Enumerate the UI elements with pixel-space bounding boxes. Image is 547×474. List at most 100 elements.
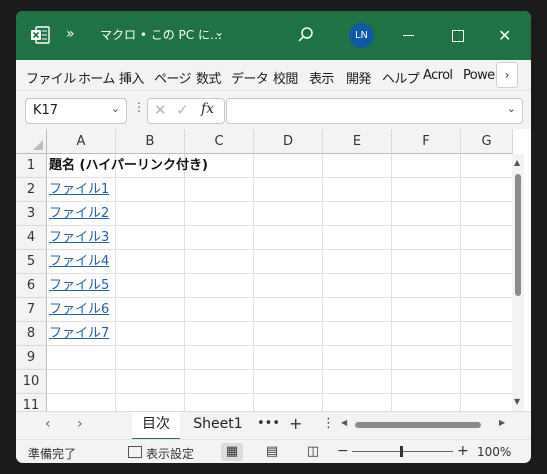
tab-view[interactable]: 表示 bbox=[309, 68, 334, 87]
formula-bar-options-icon[interactable]: ⋮ bbox=[133, 100, 145, 114]
gridline bbox=[391, 154, 392, 411]
gridline bbox=[253, 154, 254, 411]
cell-a7-link[interactable]: ファイル6 bbox=[49, 298, 109, 322]
column-header-a[interactable]: A bbox=[47, 129, 116, 154]
page-layout-view-icon[interactable]: ▤ bbox=[261, 443, 283, 461]
zoom-slider-handle[interactable] bbox=[400, 446, 403, 457]
zoom-level[interactable]: 100% bbox=[477, 445, 511, 459]
tab-home[interactable]: ホーム bbox=[78, 68, 115, 87]
gridline bbox=[184, 154, 185, 411]
insert-function-icon[interactable]: fx bbox=[201, 101, 214, 117]
scroll-right-icon[interactable]: ▶ bbox=[499, 418, 505, 427]
cell-a5-link[interactable]: ファイル4 bbox=[49, 250, 109, 274]
sheet-options-icon[interactable]: ⋮ bbox=[322, 416, 335, 431]
column-header-f[interactable]: F bbox=[392, 129, 461, 154]
tab-help[interactable]: ヘルプ bbox=[382, 68, 420, 87]
row-header-3[interactable]: 3 bbox=[16, 202, 47, 226]
title-dropdown-icon[interactable]: ⌄ bbox=[214, 25, 224, 39]
tab-review[interactable]: 校閲 bbox=[273, 68, 298, 87]
gridline bbox=[47, 297, 517, 298]
row-header-8[interactable]: 8 bbox=[16, 322, 47, 346]
horizontal-scrollbar[interactable]: ◀ ▶ bbox=[341, 418, 512, 431]
row-header-9[interactable]: 9 bbox=[16, 346, 47, 370]
normal-view-icon[interactable]: ▦ bbox=[221, 443, 243, 461]
excel-logo-icon[interactable] bbox=[30, 25, 50, 45]
add-sheet-button[interactable]: + bbox=[289, 414, 302, 433]
tab-page-layout[interactable]: ページ bbox=[154, 68, 192, 87]
column-header-d[interactable]: D bbox=[254, 129, 323, 154]
name-box-value: K17 bbox=[33, 103, 59, 118]
window-title[interactable]: マクロ • この PC に… bbox=[100, 26, 222, 43]
enter-icon[interactable]: ✓ bbox=[176, 101, 189, 119]
gridline bbox=[115, 154, 116, 411]
zoom-out-button[interactable]: − bbox=[337, 443, 349, 459]
gridline bbox=[47, 393, 517, 394]
column-header-b[interactable]: B bbox=[116, 129, 185, 154]
column-header-e[interactable]: E bbox=[323, 129, 392, 154]
tab-insert[interactable]: 挿入 bbox=[119, 68, 144, 87]
close-icon[interactable]: ✕ bbox=[498, 26, 511, 45]
excel-window: » マクロ • この PC に… ⌄ LN ✕ ファイル ホーム 挿入 ページ … bbox=[16, 11, 531, 463]
next-sheet-icon[interactable]: › bbox=[77, 416, 83, 432]
tab-file[interactable]: ファイル bbox=[26, 68, 76, 87]
gridline bbox=[47, 273, 517, 274]
column-header-g[interactable]: G bbox=[461, 129, 513, 154]
sheet-tab-toc[interactable]: 目次 bbox=[132, 412, 180, 440]
row-header-5[interactable]: 5 bbox=[16, 250, 47, 274]
cell-a6-link[interactable]: ファイル5 bbox=[49, 274, 109, 298]
maximize-icon[interactable] bbox=[452, 30, 464, 42]
scroll-left-icon[interactable]: ◀ bbox=[341, 418, 347, 427]
row-header-7[interactable]: 7 bbox=[16, 298, 47, 322]
gridline bbox=[47, 321, 517, 322]
formula-input[interactable]: ⌄ bbox=[226, 98, 523, 124]
page-break-preview-icon[interactable]: ◫ bbox=[302, 443, 324, 461]
gridline bbox=[47, 249, 517, 250]
formula-bar: K17 ⌄ ⋮ ✕ ✓ fx ⌄ bbox=[16, 91, 531, 129]
status-ready: 準備完了 bbox=[28, 447, 77, 461]
ribbon-scroll-right-button[interactable]: › bbox=[496, 62, 518, 88]
scroll-down-icon[interactable]: ▼ bbox=[514, 397, 520, 406]
gridline bbox=[47, 345, 517, 346]
sheet-tab-sheet1[interactable]: Sheet1 bbox=[190, 412, 246, 438]
tab-developer[interactable]: 開発 bbox=[346, 68, 371, 87]
cell-a1[interactable]: 題名 (ハイパーリンク付き) bbox=[49, 154, 208, 178]
tab-acrobat[interactable]: Acrol bbox=[423, 68, 453, 83]
row-header-1[interactable]: 1 bbox=[16, 154, 47, 178]
avatar[interactable]: LN bbox=[349, 23, 374, 48]
tab-power[interactable]: Powe bbox=[463, 68, 495, 83]
row-header-4[interactable]: 4 bbox=[16, 226, 47, 250]
scroll-up-icon[interactable]: ▲ bbox=[514, 158, 520, 167]
display-settings-icon[interactable] bbox=[128, 446, 142, 458]
gridline bbox=[47, 369, 517, 370]
expand-formula-bar-icon[interactable]: ⌄ bbox=[507, 102, 516, 115]
horizontal-scroll-thumb[interactable] bbox=[355, 422, 481, 428]
cancel-icon[interactable]: ✕ bbox=[154, 101, 167, 119]
cell-a4-link[interactable]: ファイル3 bbox=[49, 226, 109, 250]
cell-a2-link[interactable]: ファイル1 bbox=[49, 178, 109, 202]
tab-data[interactable]: データ bbox=[231, 68, 269, 87]
vertical-scrollbar[interactable]: ▲ ▼ bbox=[512, 154, 524, 411]
tab-formulas[interactable]: 数式 bbox=[196, 68, 221, 87]
zoom-in-button[interactable]: + bbox=[457, 443, 469, 459]
worksheet-grid[interactable]: A B C D E F G 1 2 3 4 5 6 7 8 9 10 11 題名… bbox=[16, 129, 531, 411]
more-sheets-button[interactable]: ••• bbox=[257, 416, 280, 431]
quick-access-expand-icon[interactable]: » bbox=[66, 26, 75, 42]
formula-buttons: ✕ ✓ fx bbox=[147, 98, 225, 124]
column-header-c[interactable]: C bbox=[185, 129, 254, 154]
vertical-scroll-thumb[interactable] bbox=[515, 174, 521, 296]
cell-a3-link[interactable]: ファイル2 bbox=[49, 202, 109, 226]
gridline bbox=[47, 225, 517, 226]
row-header-6[interactable]: 6 bbox=[16, 274, 47, 298]
row-header-2[interactable]: 2 bbox=[16, 178, 47, 202]
chevron-down-icon[interactable]: ⌄ bbox=[111, 102, 120, 115]
search-icon[interactable] bbox=[296, 25, 316, 45]
status-bar: 準備完了 表示設定 ▦ ▤ ◫ − + 100% bbox=[16, 439, 531, 463]
select-all-button[interactable] bbox=[16, 129, 47, 154]
cell-a8-link[interactable]: ファイル7 bbox=[49, 322, 109, 346]
row-header-10[interactable]: 10 bbox=[16, 370, 47, 394]
minimize-icon[interactable] bbox=[403, 35, 414, 36]
name-box[interactable]: K17 ⌄ bbox=[25, 98, 127, 124]
row-header-11[interactable]: 11 bbox=[16, 394, 47, 411]
previous-sheet-icon[interactable]: ‹ bbox=[45, 416, 51, 432]
display-settings-button[interactable]: 表示設定 bbox=[146, 445, 194, 462]
